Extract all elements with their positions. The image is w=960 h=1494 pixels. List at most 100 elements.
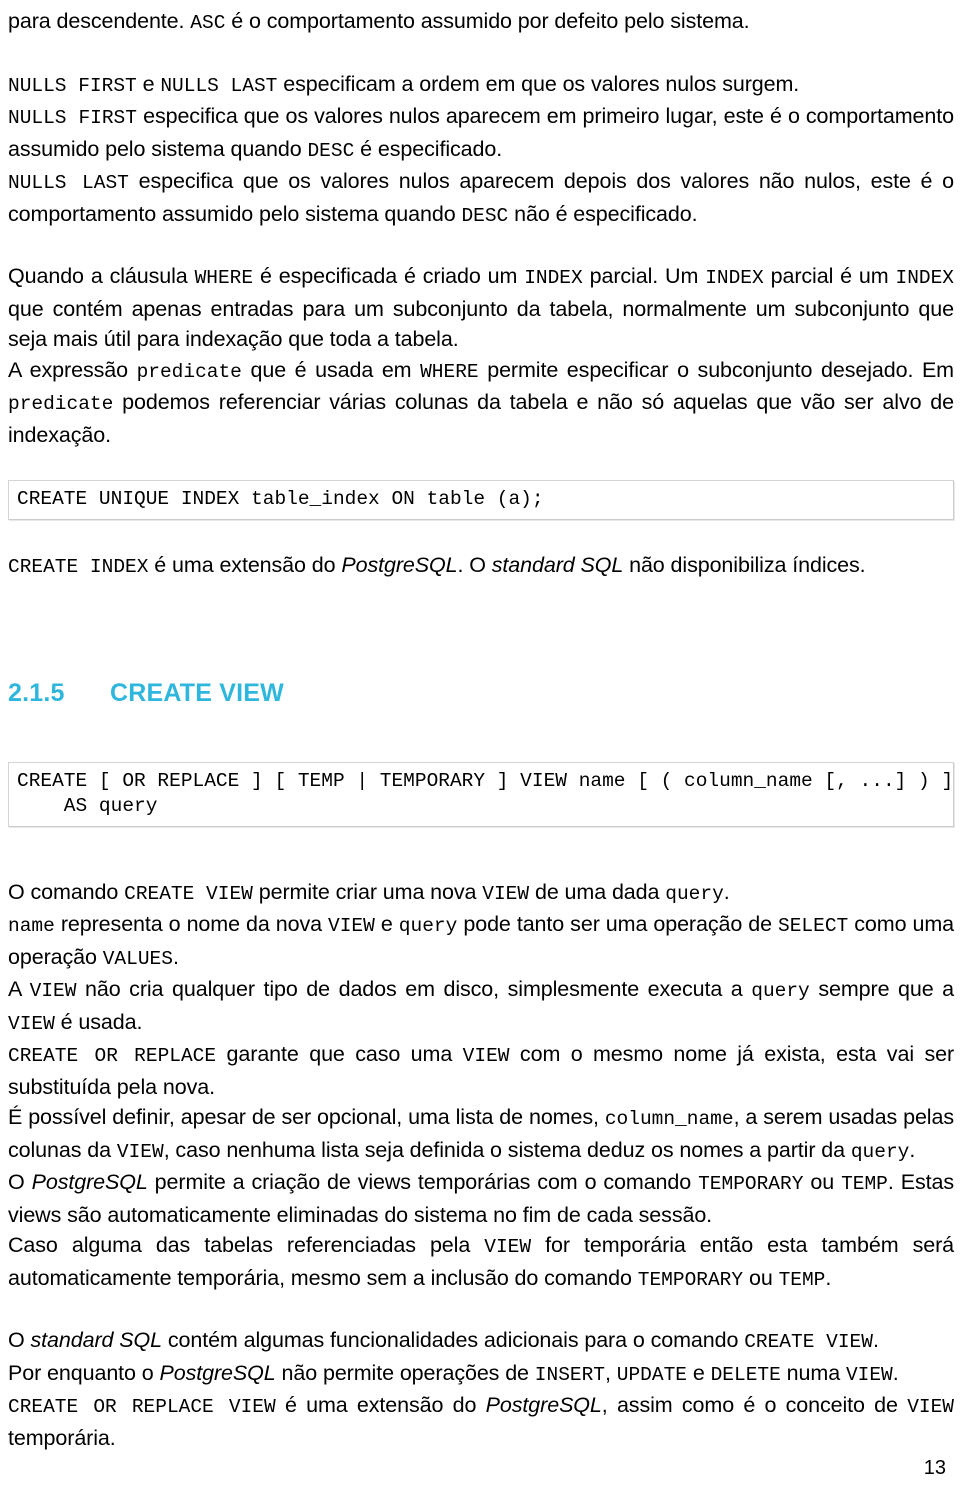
inline-code-index: INDEX [524,267,583,289]
italic-postgresql: PostgreSQL [341,553,458,577]
text-run: parcial. Um [582,264,706,288]
text-run: Quando a cláusula [8,264,195,288]
text-run: é especificado. [354,136,503,161]
italic-standard-sql: standard SQL [491,553,624,577]
paragraph-create-view-intro: O comando CREATE VIEW permite criar uma … [8,877,954,910]
text-run: não cria qualquer tipo de dados em disco… [76,977,752,1001]
inline-code-create-view: CREATE VIEW [744,1331,873,1353]
text-run: O [8,1328,31,1352]
inline-code-desc: DESC [461,204,509,227]
inline-code-temporary: TEMPORARY [698,1173,804,1195]
italic-postgresql: PostgreSQL [485,1393,602,1417]
inline-code-view: VIEW [116,1140,164,1163]
text-run: garante que caso uma [216,1042,463,1066]
inline-code-view: VIEW [484,1236,532,1258]
paragraph-predicate: A expressão predicate que é usada em WHE… [8,355,954,451]
text-run: não é especificado. [508,201,698,226]
inline-code-nulls-first: NULLS FIRST [8,107,137,129]
paragraph-create-or-replace-view-extension: CREATE OR REPLACE VIEW é uma extensão do… [8,1390,954,1453]
inline-code-view: VIEW [907,1396,954,1418]
text-run: . [172,944,179,969]
inline-code-values: VALUES [102,947,173,970]
paragraph-partial-index: Quando a cláusula WHERE é especificada é… [8,261,954,355]
inline-code-index: INDEX [895,267,955,289]
text-run: é especificada é criado um [253,264,525,288]
section-heading-create-view: 2.1.5 CREATE VIEW [8,679,954,708]
text-run: sempre que a [809,977,955,1001]
paragraph-name-query: name representa o nome da nova VIEW e qu… [8,909,954,974]
inline-code-column-name: column_name [604,1108,734,1130]
text-run: que contém apenas entradas para um subco… [8,296,954,352]
inline-code-query: query [751,980,810,1002]
paragraph-temp-tables-propagate: Caso alguma das tabelas referenciadas pe… [8,1230,954,1295]
text-run: A [8,977,30,1001]
text-run: contém algumas funcionalidades adicionai… [161,1328,745,1352]
text-run: é usada. [54,1009,143,1034]
paragraph-column-name-list: É possível definir, apesar de ser opcion… [8,1102,954,1167]
text-run: que é usada em [241,357,421,382]
italic-postgresql: PostgreSQL [31,1170,148,1194]
inline-code-index: INDEX [705,267,764,289]
text-run: Caso alguma das tabelas referenciadas pe… [8,1233,485,1257]
text-run: representa o nome da nova [54,912,329,936]
code-block-create-view-syntax: CREATE [ OR REPLACE ] [ TEMP | TEMPORARY… [8,761,954,827]
inline-code-temporary: TEMPORARY [637,1268,744,1291]
text-run: . [909,1137,916,1162]
inline-code-predicate: predicate [8,393,114,415]
paragraph-view-no-disk: A VIEW não cria qualquer tipo de dados e… [8,974,954,1039]
text-run: Por enquanto o [8,1360,160,1385]
inline-code-create-or-replace: CREATE OR REPLACE [8,1045,217,1067]
text-run: , [605,1360,617,1385]
text-run: especificam a ordem em que os valores nu… [277,71,800,96]
text-run: O [8,1170,32,1194]
text-run: permite especificar o subconjunto deseja… [478,357,954,382]
section-number: 2.1.5 [8,678,65,707]
inline-code-predicate: predicate [136,360,242,383]
text-run: numa [780,1360,846,1385]
paragraph-nulls-last-desc: NULLS LAST especifica que os valores nul… [8,166,954,231]
italic-standard-sql: standard SQL [30,1328,163,1352]
text-run: ou [803,1170,842,1194]
text-run: e [136,71,161,96]
inline-code-delete: DELETE [710,1363,781,1386]
inline-code-create-index: CREATE INDEX [8,556,149,578]
inline-code-view: VIEW [462,1045,510,1067]
inline-code-query: query [850,1140,910,1163]
text-run: não permite operações de [275,1360,535,1385]
section-title: CREATE VIEW [110,678,284,707]
text-run: permite criar uma nova [252,879,483,904]
inline-code-asc: ASC [190,12,226,34]
inline-code-desc: DESC [307,139,355,162]
text-run: de uma dada [529,879,666,904]
text-run: não disponibiliza índices. [623,553,866,577]
text-run: para descendente. [8,9,191,33]
text-run: e [374,912,399,936]
text-run: podemos referenciar várias colunas da ta… [8,390,954,447]
text-run: . [892,1360,899,1385]
text-run: . [723,879,730,904]
text-run: é uma extensão do [148,553,342,577]
inline-code-temp: TEMP [778,1268,826,1291]
paragraph-create-or-replace: CREATE OR REPLACE garante que caso uma V… [8,1039,954,1102]
inline-code-view: VIEW [845,1363,893,1386]
italic-postgresql: PostgreSQL [159,1360,276,1385]
text-run: pode tanto ser uma operação de [457,912,779,936]
inline-code-view: VIEW [29,980,77,1002]
inline-code-where: WHERE [420,360,479,383]
text-run: , caso nenhuma lista seja definida o sis… [163,1137,851,1162]
code-block-create-index: CREATE UNIQUE INDEX table_index ON table… [8,480,954,520]
inline-code-query: query [665,882,724,905]
text-run: temporária. [8,1425,116,1450]
inline-code-temp: TEMP [841,1173,888,1195]
inline-code-query: query [398,915,458,937]
text-run: permite a criação de views temporárias c… [147,1170,699,1194]
inline-code-name: name [8,915,55,937]
inline-code-insert: INSERT [534,1363,606,1386]
paragraph-no-dml-on-view: Por enquanto o PostgreSQL não permite op… [8,1358,954,1391]
paragraph-nulls-first-desc: NULLS FIRST especifica que os valores nu… [8,101,954,166]
text-run: , assim como é o conceito de [601,1393,908,1417]
